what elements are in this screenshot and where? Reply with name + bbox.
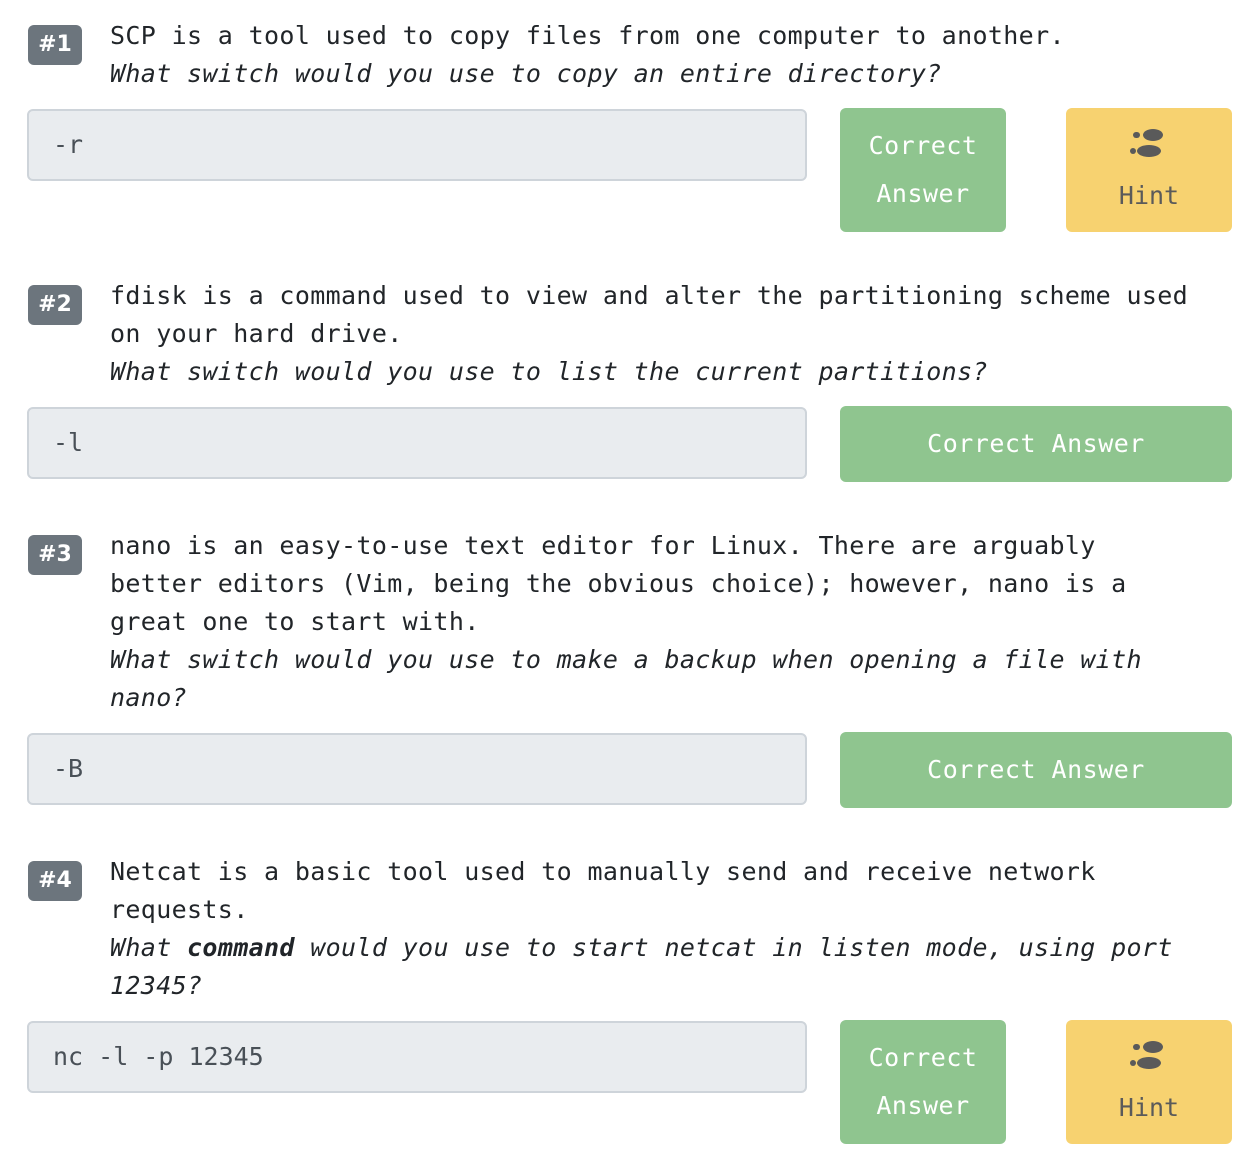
- question-statement-line1: Netcat is a basic tool used to manually …: [110, 857, 1096, 886]
- correct-answer-button[interactable]: Correct Answer: [840, 406, 1232, 482]
- question-statement-line3: great one to start with.: [110, 607, 480, 636]
- question-prompt-line1: What command would you use to start netc…: [110, 929, 1240, 967]
- correct-answer-button[interactable]: Correct Answer: [840, 732, 1232, 808]
- question-statement-line2: requests.: [110, 895, 249, 924]
- question-prompt: What switch would you use to copy an ent…: [110, 59, 942, 88]
- answer-field[interactable]: -l: [27, 407, 807, 479]
- question-prompt-line2: nano?: [110, 683, 188, 712]
- question-statement-line2: on your hard drive.: [110, 319, 403, 348]
- hint-label: Hint: [1118, 181, 1180, 210]
- correct-answer-label-line1: Correct: [868, 1043, 978, 1072]
- question-statement-line1: nano is an easy-to-use text editor for L…: [110, 531, 1096, 560]
- footprints-icon: [1130, 1041, 1163, 1069]
- question-number-badge: #3: [28, 535, 82, 575]
- question-number-badge: #1: [28, 25, 82, 65]
- footprints-icon: [1130, 129, 1163, 157]
- answer-field[interactable]: nc -l -p 12345: [27, 1021, 807, 1093]
- prompt-pre: What: [110, 933, 188, 962]
- question-prompt: What switch would you use to list the cu…: [110, 357, 988, 386]
- correct-answer-label-line2: Answer: [876, 1091, 970, 1120]
- question-text: SCP is a tool used to copy files from on…: [110, 17, 1240, 93]
- correct-answer-label-line1: Correct: [868, 131, 978, 160]
- question-text: fdisk is a command used to view and alte…: [110, 277, 1240, 391]
- correct-answer-button[interactable]: Correct Answer: [840, 1020, 1006, 1144]
- hint-label: Hint: [1118, 1093, 1180, 1122]
- correct-answer-button[interactable]: Correct Answer: [840, 108, 1006, 232]
- answer-field[interactable]: -B: [27, 733, 807, 805]
- question-text: Netcat is a basic tool used to manually …: [110, 853, 1240, 1005]
- quiz-page: { "questions": [ { "badge": "#1", "state…: [0, 0, 1258, 1164]
- prompt-emphasis: command: [187, 933, 295, 962]
- answer-field[interactable]: -r: [27, 109, 807, 181]
- prompt-post: would you use to start netcat in listen …: [294, 933, 1173, 962]
- question-statement-line1: fdisk is a command used to view and alte…: [110, 281, 1189, 310]
- question-statement: SCP is a tool used to copy files from on…: [110, 21, 1065, 50]
- question-statement-line2: better editors (Vim, being the obvious c…: [110, 569, 1127, 598]
- question-prompt-line2: 12345?: [110, 971, 203, 1000]
- question-prompt-line1: What switch would you use to make a back…: [110, 645, 1142, 674]
- question-number-badge: #4: [28, 861, 82, 901]
- hint-button[interactable]: Hint: [1066, 108, 1232, 232]
- question-text: nano is an easy-to-use text editor for L…: [110, 527, 1240, 717]
- hint-button[interactable]: Hint: [1066, 1020, 1232, 1144]
- correct-answer-label-line2: Answer: [876, 179, 970, 208]
- question-number-badge: #2: [28, 285, 82, 325]
